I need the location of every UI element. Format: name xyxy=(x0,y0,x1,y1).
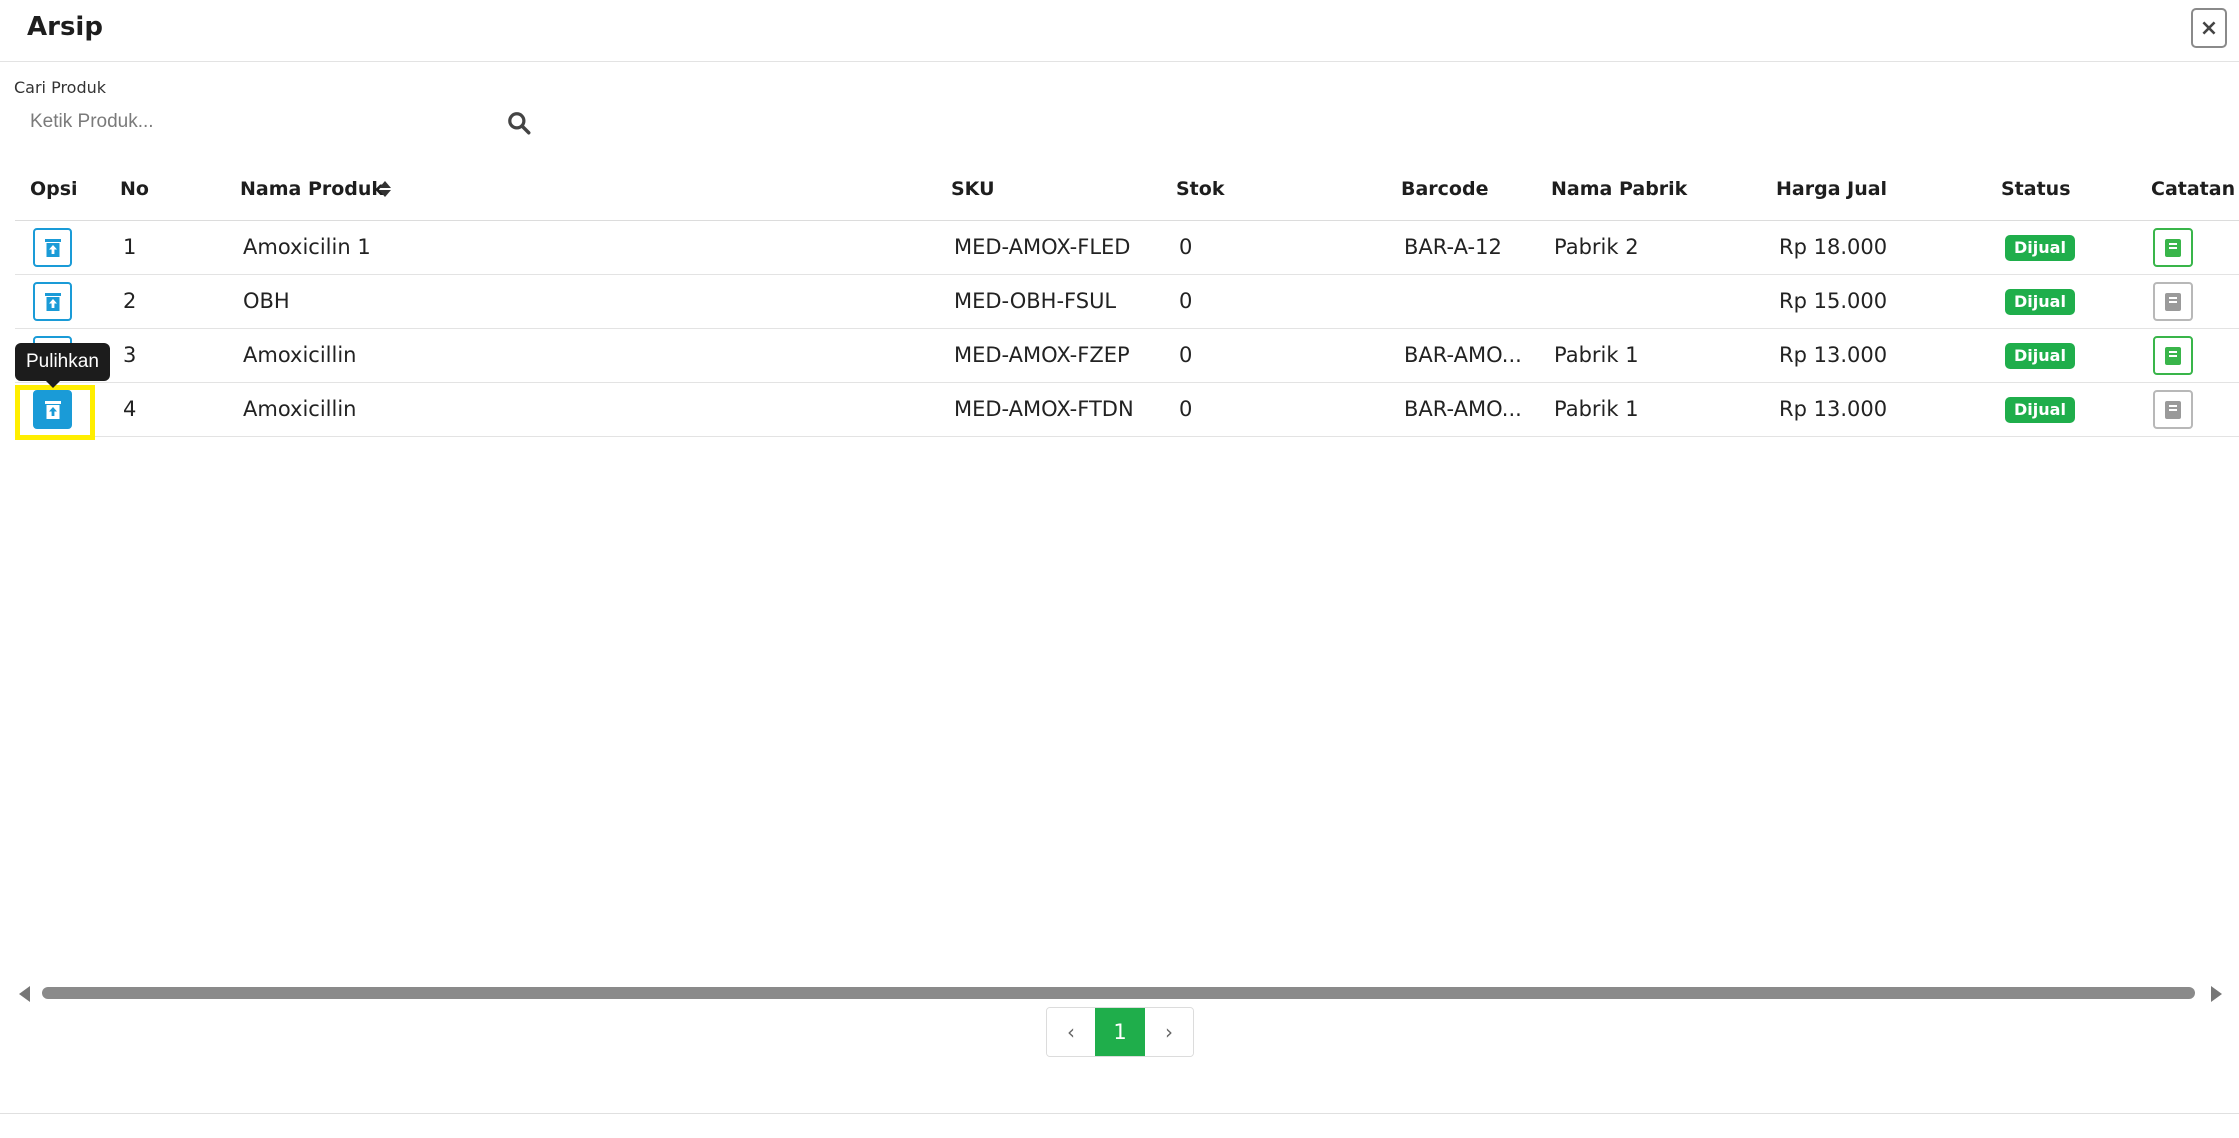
scroll-right-arrow-icon[interactable] xyxy=(2211,986,2222,1002)
sort-icon[interactable] xyxy=(378,180,392,198)
header-opsi: Opsi xyxy=(30,178,78,200)
restore-icon xyxy=(44,400,61,419)
cell-stok: 0 xyxy=(1179,235,1193,259)
table-row: 1 Amoxicilin 1 MED-AMOX-FLED 0 BAR-A-12 … xyxy=(15,221,2239,275)
restore-button[interactable] xyxy=(33,390,72,429)
cell-sku: MED-AMOX-FZEP xyxy=(954,343,1130,367)
footer-divider xyxy=(0,1113,2239,1114)
pagination: ‹ 1 › xyxy=(1046,1007,1194,1057)
note-icon xyxy=(2165,346,2181,365)
header-status: Status xyxy=(2001,178,2071,200)
cell-nama-pabrik: Pabrik 2 xyxy=(1554,235,1639,259)
cell-harga-jual: Rp 18.000 xyxy=(1779,235,1888,259)
scroll-thumb[interactable] xyxy=(42,987,2195,999)
cell-stok: 0 xyxy=(1179,343,1193,367)
header-barcode: Barcode xyxy=(1401,178,1489,200)
note-icon xyxy=(2165,292,2181,311)
cell-nama-produk: Amoxicilin 1 xyxy=(243,235,371,259)
cell-no: 1 xyxy=(123,235,137,259)
note-icon xyxy=(2165,400,2181,419)
cell-no: 2 xyxy=(123,289,137,313)
header-nama-pabrik: Nama Pabrik xyxy=(1551,178,1688,200)
cell-nama-produk: Amoxicillin xyxy=(243,397,357,421)
status-badge: Dijual xyxy=(2005,397,2075,423)
header-no: No xyxy=(120,178,149,200)
page-number-button[interactable]: 1 xyxy=(1095,1008,1145,1056)
table-row: 4 Amoxicillin MED-AMOX-FTDN 0 BAR-AMO...… xyxy=(15,383,2239,437)
search-icon[interactable] xyxy=(506,110,532,136)
restore-tooltip: Pulihkan xyxy=(15,343,110,381)
status-badge: Dijual xyxy=(2005,289,2075,315)
header-sku: SKU xyxy=(951,178,995,200)
cell-harga-jual: Rp 13.000 xyxy=(1779,397,1888,421)
cell-nama-pabrik: Pabrik 1 xyxy=(1554,397,1639,421)
table-row: 2 OBH MED-OBH-FSUL 0 Rp 15.000 Dijual xyxy=(15,275,2239,329)
restore-icon xyxy=(44,292,61,311)
cell-barcode: BAR-AMO... xyxy=(1404,343,1522,367)
header-nama-produk[interactable]: Nama Produk xyxy=(240,178,384,200)
close-icon: × xyxy=(2199,15,2219,41)
cell-no: 3 xyxy=(123,343,137,367)
cell-harga-jual: Rp 15.000 xyxy=(1779,289,1888,313)
note-icon xyxy=(2165,238,2181,257)
note-button[interactable] xyxy=(2153,228,2193,267)
header-catatan: Catatan xyxy=(2151,178,2236,200)
header-harga-jual: Harga Jual xyxy=(1776,178,1888,200)
page-next-button[interactable]: › xyxy=(1145,1008,1193,1056)
cell-sku: MED-AMOX-FTDN xyxy=(954,397,1134,421)
restore-button[interactable] xyxy=(33,228,72,267)
search-box xyxy=(14,102,534,142)
cell-nama-pabrik: Pabrik 1 xyxy=(1554,343,1639,367)
cell-sku: MED-AMOX-FLED xyxy=(954,235,1131,259)
note-button[interactable] xyxy=(2153,282,2193,321)
restore-button[interactable] xyxy=(33,282,72,321)
page-prev-button[interactable]: ‹ xyxy=(1047,1008,1095,1056)
modal-title: Arsip xyxy=(27,12,103,42)
cell-nama-produk: OBH xyxy=(243,289,290,313)
horizontal-scrollbar[interactable] xyxy=(15,985,2225,1002)
tooltip-arrow xyxy=(46,381,60,388)
cell-nama-produk: Amoxicillin xyxy=(243,343,357,367)
cell-stok: 0 xyxy=(1179,397,1193,421)
status-badge: Dijual xyxy=(2005,343,2075,369)
cell-sku: MED-OBH-FSUL xyxy=(954,289,1117,313)
search-label: Cari Produk xyxy=(14,78,107,97)
status-badge: Dijual xyxy=(2005,235,2075,261)
table-row: 3 Amoxicillin MED-AMOX-FZEP 0 BAR-AMO...… xyxy=(15,329,2239,383)
cell-barcode: BAR-AMO... xyxy=(1404,397,1522,421)
close-button[interactable]: × xyxy=(2191,8,2227,48)
scroll-left-arrow-icon[interactable] xyxy=(19,986,30,1002)
table-header: Opsi No Nama Produk SKU Stok Barcode Nam… xyxy=(15,170,2239,221)
restore-icon xyxy=(44,238,61,257)
note-button[interactable] xyxy=(2153,336,2193,375)
note-button[interactable] xyxy=(2153,390,2193,429)
search-input[interactable] xyxy=(14,102,534,142)
cell-no: 4 xyxy=(123,397,137,421)
header-stok: Stok xyxy=(1176,178,1225,200)
modal-header: Arsip × xyxy=(0,0,2239,62)
cell-harga-jual: Rp 13.000 xyxy=(1779,343,1888,367)
cell-barcode: BAR-A-12 xyxy=(1404,235,1502,259)
cell-stok: 0 xyxy=(1179,289,1193,313)
